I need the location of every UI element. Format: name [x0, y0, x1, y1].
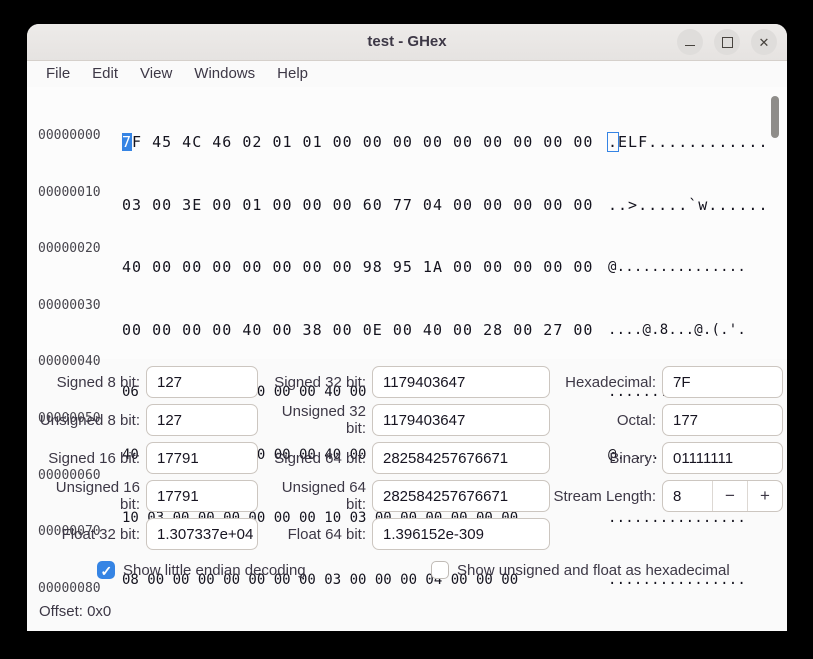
- stream-length-label: Stream Length:: [553, 487, 656, 505]
- hexadecimal-label: Hexadecimal:: [565, 373, 656, 391]
- hex-row[interactable]: 40 00 00 00 00 00 00 00 98 95 1A 00 00 0…: [122, 254, 593, 281]
- window-controls: ✕: [677, 29, 777, 55]
- close-button[interactable]: ✕: [751, 29, 777, 55]
- unsigned-8bit-field[interactable]: 127: [146, 404, 258, 436]
- vertical-scrollbar[interactable]: [771, 96, 779, 138]
- menu-help[interactable]: Help: [266, 61, 319, 87]
- status-offset: Offset: 0x0: [39, 603, 112, 620]
- binary-field[interactable]: 01111111: [662, 442, 783, 474]
- hex-row[interactable]: 50 03 00 00 00 00 00 00 50 03 00 00 00 0…: [122, 630, 593, 631]
- binary-label: Binary:: [609, 449, 656, 467]
- signed-16bit-field[interactable]: 17791: [146, 442, 258, 474]
- menu-view[interactable]: View: [129, 61, 183, 87]
- ghex-window: test - GHex ✕ File Edit View Windows Hel…: [27, 24, 787, 631]
- signed-8bit-label: Signed 8 bit:: [56, 373, 140, 391]
- ascii-row[interactable]: ..>.....`w......: [608, 192, 769, 219]
- maximize-icon: [721, 36, 733, 48]
- ascii-row[interactable]: ....@.8...@.(.'.: [608, 317, 769, 344]
- plus-icon: +: [760, 486, 770, 505]
- menubar: File Edit View Windows Help: [27, 61, 787, 87]
- hex-row[interactable]: 7F 45 4C 46 02 01 01 00 00 00 00 00 00 0…: [122, 129, 593, 156]
- ascii-row[interactable]: @...............: [608, 254, 769, 281]
- unsigned-float-hex-label: Show unsigned and float as hexadecimal: [457, 561, 730, 579]
- unsigned-16bit-label: Unsigned 16 bit:: [55, 479, 140, 513]
- conversion-column-3: Hexadecimal: 7F Octal: 177 Binary: 01111…: [551, 365, 783, 513]
- unsigned-8bit-label: Unsigned 8 bit:: [39, 411, 140, 429]
- stream-length-value[interactable]: 8: [663, 488, 712, 505]
- minus-icon: −: [725, 486, 735, 505]
- hex-row[interactable]: 03 00 3E 00 01 00 00 00 60 77 04 00 00 0…: [122, 192, 593, 219]
- hex-editor-view[interactable]: 00000000 00000010 00000020 00000030 0000…: [27, 87, 787, 596]
- octal-label: Octal:: [616, 411, 656, 429]
- float-32bit-field[interactable]: 1.307337e+04: [146, 518, 258, 550]
- ascii-row[interactable]: .ELF............: [606, 129, 769, 156]
- unsigned-64bit-field[interactable]: 282584257676671: [372, 480, 550, 512]
- ascii-row[interactable]: P.......P.......: [608, 630, 769, 631]
- signed-32bit-label: Signed 32 bit:: [274, 373, 366, 391]
- octal-field[interactable]: 177: [662, 404, 783, 436]
- conversion-column-2: Signed 32 bit: 1179403647 Unsigned 32 bi…: [261, 365, 550, 551]
- conversion-column-1: Signed 8 bit: 127 Unsigned 8 bit: 127 Si…: [35, 365, 258, 551]
- offset-label: 00000080: [38, 580, 101, 596]
- minimize-icon: [685, 45, 695, 46]
- float-32bit-label: Float 32 bit:: [61, 525, 140, 543]
- signed-8bit-field[interactable]: 127: [146, 366, 258, 398]
- menu-edit[interactable]: Edit: [81, 61, 129, 87]
- menu-file[interactable]: File: [35, 61, 81, 87]
- hexadecimal-field[interactable]: 7F: [662, 366, 783, 398]
- unsigned-32bit-field[interactable]: 1179403647: [372, 404, 550, 436]
- stream-length-decrease-button[interactable]: −: [712, 481, 747, 511]
- unsigned-32bit-label: Unsigned 32 bit:: [281, 403, 366, 437]
- signed-64bit-label: Signed 64 bit:: [274, 449, 366, 467]
- minimize-button[interactable]: [677, 29, 703, 55]
- window-title: test - GHex: [367, 33, 447, 50]
- ascii-column[interactable]: .ELF............ ..>.....`w...... @.....…: [606, 93, 769, 631]
- offset-label: 00000000: [38, 128, 101, 143]
- hex-row[interactable]: 00 00 00 00 40 00 38 00 0E 00 40 00 28 0…: [122, 317, 593, 344]
- little-endian-option[interactable]: Show little endian decoding: [97, 561, 306, 580]
- maximize-button[interactable]: [714, 29, 740, 55]
- menu-windows[interactable]: Windows: [183, 61, 266, 87]
- unsigned-float-hex-option[interactable]: Show unsigned and float as hexadecimal: [431, 561, 730, 579]
- unsigned-float-hex-checkbox[interactable]: [431, 561, 449, 579]
- signed-64bit-field[interactable]: 282584257676671: [372, 442, 550, 474]
- little-endian-label: Show little endian decoding: [123, 561, 306, 579]
- offset-label: 00000030: [38, 297, 101, 313]
- signed-32bit-field[interactable]: 1179403647: [372, 366, 550, 398]
- close-icon: ✕: [758, 34, 770, 50]
- little-endian-checkbox[interactable]: [97, 561, 115, 580]
- float-64bit-field[interactable]: 1.396152e-309: [372, 518, 550, 550]
- stream-length-increase-button[interactable]: +: [747, 481, 782, 511]
- stream-length-stepper: 8 − +: [662, 480, 783, 512]
- float-64bit-label: Float 64 bit:: [287, 525, 366, 543]
- unsigned-16bit-field[interactable]: 17791: [146, 480, 258, 512]
- offset-label: 00000010: [38, 184, 101, 200]
- signed-16bit-label: Signed 16 bit:: [48, 449, 140, 467]
- unsigned-64bit-label: Unsigned 64 bit:: [281, 479, 366, 513]
- titlebar[interactable]: test - GHex ✕: [27, 24, 787, 61]
- offset-label: 00000020: [38, 241, 101, 257]
